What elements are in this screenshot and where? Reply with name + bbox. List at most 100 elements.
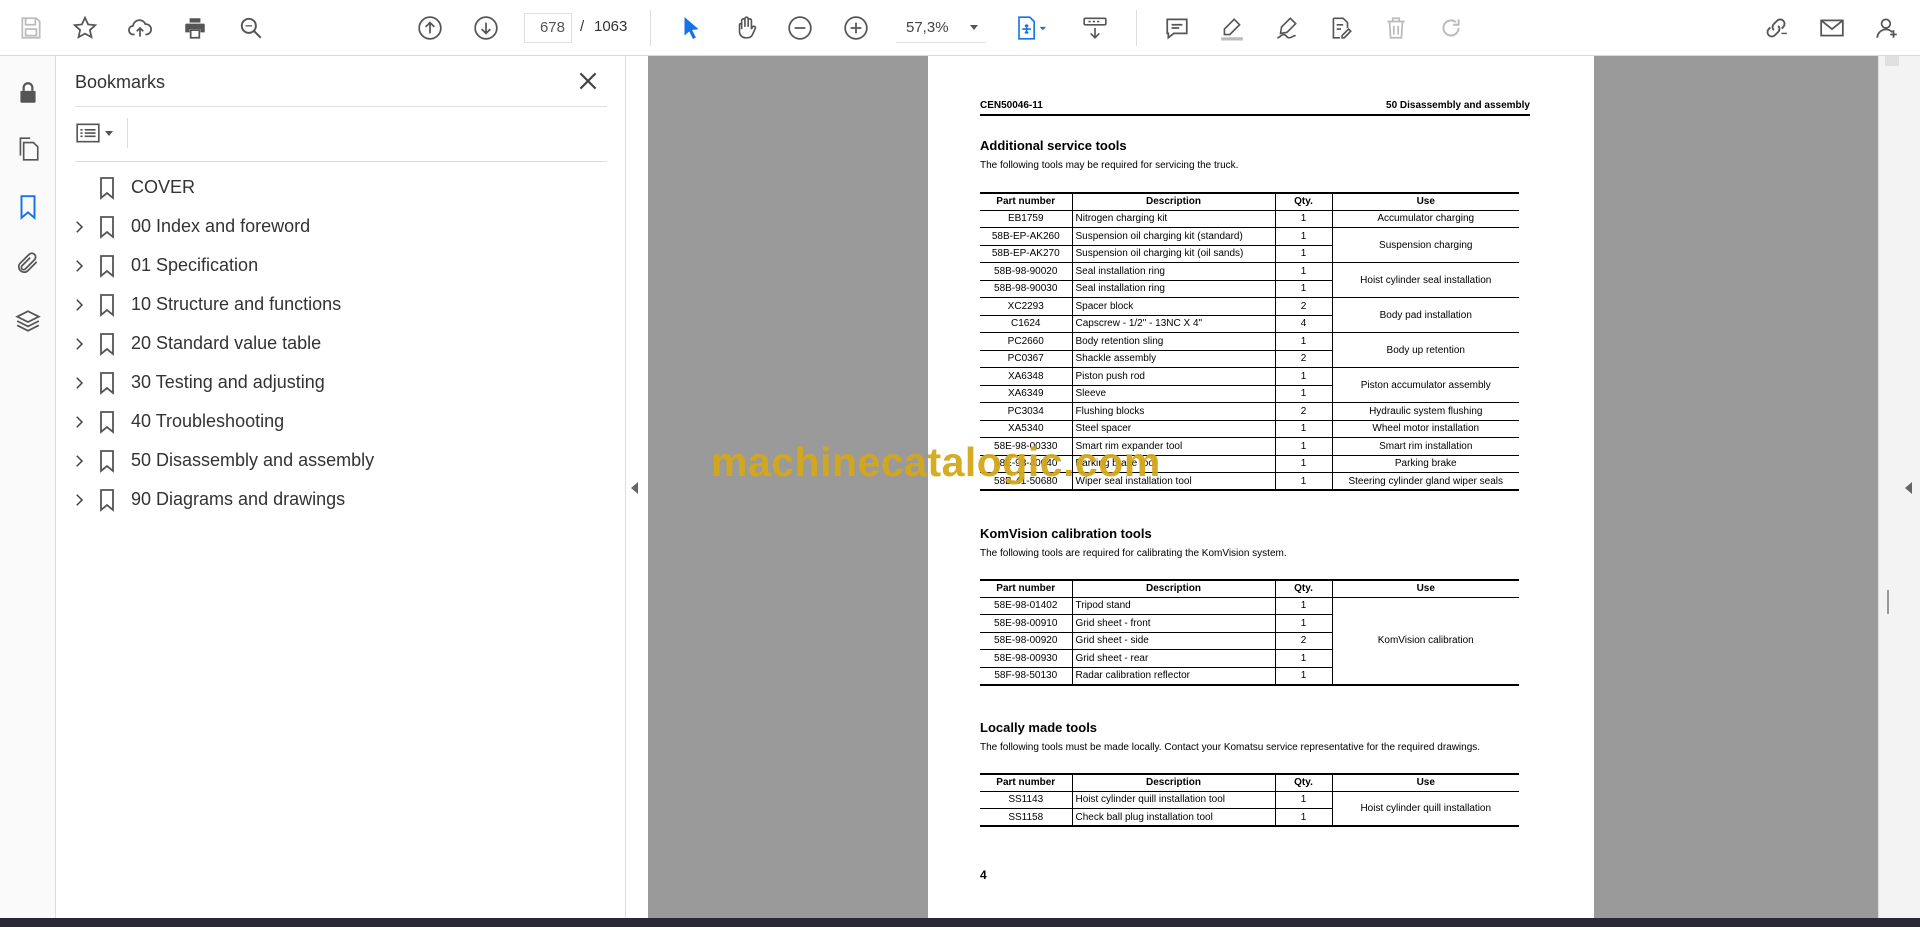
description-cell: Check ball plug installation tool xyxy=(1071,808,1275,827)
quantity-cell: 2 xyxy=(1274,632,1332,650)
chevron-right-icon[interactable] xyxy=(69,256,89,276)
document-view[interactable]: CEN50046-11 50 Disassembly and assembly … xyxy=(648,56,1878,918)
delete-icon[interactable] xyxy=(1379,11,1413,45)
edit-text-icon[interactable] xyxy=(1324,11,1358,45)
zoom-in-icon[interactable] xyxy=(839,11,873,45)
collapse-panel-arrow-icon[interactable] xyxy=(631,482,638,494)
save-icon[interactable] xyxy=(14,11,48,45)
bookmark-item[interactable]: 10 Structure and functions xyxy=(67,285,607,324)
quantity-cell: 1 xyxy=(1274,385,1332,403)
zoom-out-icon[interactable] xyxy=(783,11,817,45)
part-number-cell: PC2660 xyxy=(980,332,1072,351)
use-cell: Piston accumulator assembly xyxy=(1331,367,1519,403)
column-header: Description xyxy=(1071,192,1275,211)
zoom-level-value: 57,3% xyxy=(906,19,949,36)
find-icon[interactable] xyxy=(234,11,268,45)
use-cell: Body up retention xyxy=(1331,332,1519,368)
bookmark-item[interactable]: 20 Standard value table xyxy=(67,324,607,363)
use-cell: Smart rim installation xyxy=(1331,437,1519,456)
description-cell: Grid sheet - side xyxy=(1071,632,1275,650)
bookmark-options-button[interactable] xyxy=(75,118,121,148)
chevron-right-icon[interactable] xyxy=(69,217,89,237)
expand-right-panel-arrow-icon[interactable] xyxy=(1905,482,1912,494)
use-cell: Wheel motor installation xyxy=(1331,420,1519,438)
quantity-cell: 1 xyxy=(1274,280,1332,298)
description-cell: Body retention sling xyxy=(1071,332,1275,351)
bookmark-item[interactable]: 00 Index and foreword xyxy=(67,207,607,246)
chevron-right-icon[interactable] xyxy=(69,373,89,393)
quantity-cell: 1 xyxy=(1274,367,1332,386)
description-cell: Spacer block xyxy=(1071,297,1275,316)
next-page-icon[interactable] xyxy=(469,11,503,45)
section-title: Locally made tools xyxy=(980,720,1098,735)
bookmark-item[interactable]: 01 Specification xyxy=(67,246,607,285)
bookmark-item[interactable]: 50 Disassembly and assembly xyxy=(67,441,607,480)
toolbar-divider xyxy=(650,10,651,46)
page-fit-icon[interactable] xyxy=(1010,11,1054,45)
bookmark-item[interactable]: 90 Diagrams and drawings xyxy=(67,480,607,519)
bookmark-label: 10 Structure and functions xyxy=(131,294,342,314)
attachment-icon[interactable] xyxy=(11,246,45,280)
part-number-cell: XA6349 xyxy=(980,385,1072,403)
previous-page-icon[interactable] xyxy=(413,11,447,45)
star-icon[interactable] xyxy=(68,11,102,45)
close-icon[interactable] xyxy=(575,68,601,94)
print-icon[interactable] xyxy=(178,11,212,45)
part-number-cell: 58E-98-00910 xyxy=(980,614,1072,633)
bookmark-icon xyxy=(97,176,117,200)
main-toolbar: 678 / 1063 57,3% xyxy=(0,0,1920,56)
table-row: 58E-98-01402 Tripod stand 1 KomVision calib… xyxy=(980,597,1519,686)
tools-table: Part number Description Qty. Use SS1143 Hoist… xyxy=(980,773,1519,827)
quantity-cell: 1 xyxy=(1274,791,1332,809)
bookmark-item[interactable]: 40 Troubleshooting xyxy=(67,402,607,441)
chevron-right-icon[interactable] xyxy=(69,295,89,315)
zoom-level-select[interactable]: 57,3% xyxy=(896,13,986,43)
use-cell: Parking brake xyxy=(1331,455,1519,473)
quantity-cell: 1 xyxy=(1274,420,1332,438)
table-row: XC2293 Spacer block 2 Body pad installation xyxy=(980,297,1519,333)
bookmark-item[interactable]: 30 Testing and adjusting xyxy=(67,363,607,402)
scrollbar-thumb[interactable] xyxy=(1887,590,1889,614)
comment-icon[interactable] xyxy=(1160,11,1194,45)
divider xyxy=(75,106,607,107)
section-intro: The following tools must be made locally… xyxy=(980,742,1481,753)
lock-icon[interactable] xyxy=(11,76,45,110)
chevron-right-icon[interactable] xyxy=(69,490,89,510)
bookmark-icon[interactable] xyxy=(11,190,45,224)
chevron-right-icon[interactable] xyxy=(69,451,89,471)
description-cell: Nitrogen charging kit xyxy=(1071,210,1275,228)
highlight-icon[interactable] xyxy=(1215,11,1249,45)
vertical-scrollbar[interactable] xyxy=(1878,56,1920,918)
description-cell: Hoist cylinder quill installation tool xyxy=(1071,791,1275,809)
use-cell: KomVision calibration xyxy=(1331,597,1519,686)
page-thumbnails-icon[interactable] xyxy=(11,132,45,166)
description-cell: Grid sheet - rear xyxy=(1071,649,1275,668)
chevron-right-icon[interactable] xyxy=(69,412,89,432)
draw-icon[interactable] xyxy=(1270,11,1304,45)
column-header: Use xyxy=(1331,773,1519,792)
quantity-cell: 1 xyxy=(1274,262,1332,281)
table-row: XA5340 Steel spacer 1 Wheel motor installat… xyxy=(980,420,1519,438)
hand-tool-icon[interactable] xyxy=(729,11,763,45)
select-tool-icon[interactable] xyxy=(674,11,708,45)
scrollbar-track-top xyxy=(1885,56,1899,66)
column-header: Part number xyxy=(980,192,1072,211)
redo-icon[interactable] xyxy=(1434,11,1468,45)
current-page-input[interactable]: 678 xyxy=(524,13,572,43)
quantity-cell: 2 xyxy=(1274,350,1332,368)
quantity-cell: 1 xyxy=(1274,437,1332,456)
use-cell: Body pad installation xyxy=(1331,297,1519,333)
scroll-mode-icon[interactable] xyxy=(1078,11,1112,45)
chevron-right-icon[interactable] xyxy=(69,334,89,354)
bookmark-item[interactable]: COVER xyxy=(67,168,607,207)
part-number-cell: EB1759 xyxy=(980,210,1072,228)
layers-icon[interactable] xyxy=(11,304,45,338)
account-icon[interactable] xyxy=(1870,11,1904,45)
quantity-cell: 1 xyxy=(1274,597,1332,615)
part-number-cell: 58E-98-00920 xyxy=(980,632,1072,650)
page-number: 4 xyxy=(980,868,987,882)
cloud-upload-icon[interactable] xyxy=(123,11,157,45)
email-icon[interactable] xyxy=(1815,11,1849,45)
part-number-cell: SS1158 xyxy=(980,808,1072,827)
share-link-icon[interactable] xyxy=(1759,11,1793,45)
